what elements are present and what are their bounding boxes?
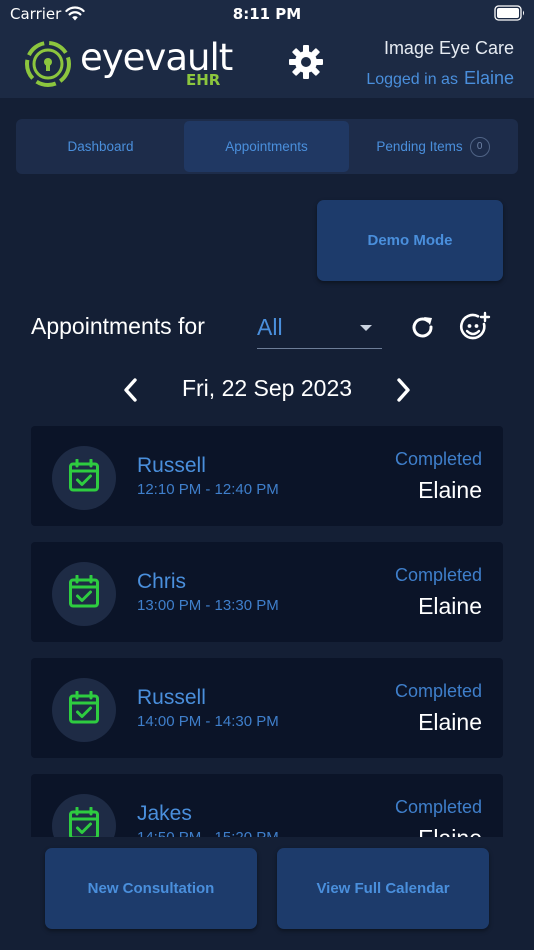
- status-badge: Completed: [394, 565, 482, 585]
- provider-name: Elaine: [418, 709, 482, 735]
- status-badge: Completed: [394, 449, 482, 469]
- brand-logo-sub: EHR: [186, 71, 221, 89]
- appointment-time: 14:00 PM - 14:30 PM: [137, 713, 279, 730]
- appointment-list[interactable]: Russell 12:10 PM - 12:40 PM Completed El…: [31, 426, 503, 837]
- tab-pending-items[interactable]: Pending Items 0: [350, 121, 516, 172]
- status-badge: Completed: [394, 797, 482, 817]
- clock-time: 8:11 PM: [232, 5, 302, 23]
- add-patient-icon[interactable]: [459, 311, 491, 347]
- caret-down-icon: [360, 325, 372, 331]
- patient-name: Russell: [137, 686, 206, 709]
- avatar: [52, 794, 116, 837]
- app-header: eyevault EHR Image Eye Care Logged in as…: [0, 28, 534, 98]
- demo-mode-button[interactable]: Demo Mode: [317, 200, 503, 281]
- login-info: Logged in as Elaine: [366, 68, 514, 89]
- appointment-time: 13:00 PM - 13:30 PM: [137, 597, 279, 614]
- provider-name: Elaine: [418, 477, 482, 503]
- calendar-check-icon: [68, 458, 100, 497]
- appointments-for-label: Appointments for: [31, 313, 205, 339]
- appointment-card[interactable]: Jakes 14:50 PM - 15:20 PM Completed Elai…: [31, 774, 503, 837]
- calendar-check-icon: [68, 574, 100, 613]
- eye-lock-icon: [22, 38, 74, 94]
- new-consultation-button[interactable]: New Consultation: [45, 848, 257, 929]
- pending-count-badge: 0: [469, 136, 490, 157]
- provider-name: Elaine: [418, 825, 482, 837]
- selected-date: Fri, 22 Sep 2023: [181, 375, 353, 401]
- calendar-check-icon: [68, 806, 100, 837]
- avatar: [52, 678, 116, 742]
- tab-label: Pending Items: [376, 139, 463, 154]
- battery-icon: [494, 5, 526, 25]
- tab-dashboard[interactable]: Dashboard: [18, 121, 183, 172]
- provider-select[interactable]: All: [257, 308, 382, 349]
- view-full-calendar-button[interactable]: View Full Calendar: [277, 848, 489, 929]
- tab-label: Dashboard: [67, 139, 134, 154]
- tab-label: Appointments: [225, 139, 308, 154]
- login-prefix: Logged in as: [366, 71, 458, 88]
- logged-in-user: Elaine: [463, 68, 514, 88]
- practice-name: Image Eye Care: [383, 38, 514, 58]
- appointment-card[interactable]: Russell 12:10 PM - 12:40 PM Completed El…: [31, 426, 503, 526]
- app-screen: Carrier 8:11 PM eyevault EHR Image Eye C…: [0, 0, 534, 950]
- appointment-card[interactable]: Chris 13:00 PM - 13:30 PM Completed Elai…: [31, 542, 503, 642]
- provider-name: Elaine: [418, 593, 482, 619]
- refresh-icon[interactable]: [409, 314, 437, 346]
- status-bar: Carrier 8:11 PM: [0, 0, 534, 28]
- appointment-time: 14:50 PM - 15:20 PM: [137, 829, 279, 837]
- gear-icon[interactable]: [288, 44, 324, 84]
- appointment-time: 12:10 PM - 12:40 PM: [137, 481, 279, 498]
- tab-appointments[interactable]: Appointments: [184, 121, 349, 172]
- avatar: [52, 446, 116, 510]
- patient-name: Chris: [137, 570, 187, 593]
- avatar: [52, 562, 116, 626]
- status-badge: Completed: [394, 681, 482, 701]
- patient-name: Russell: [137, 454, 206, 477]
- appointment-card[interactable]: Russell 14:00 PM - 14:30 PM Completed El…: [31, 658, 503, 758]
- provider-select-value: All: [257, 314, 283, 340]
- patient-name: Jakes: [137, 802, 192, 825]
- main-tabs: Dashboard Appointments Pending Items 0: [16, 119, 518, 174]
- next-day-chevron-icon[interactable]: [393, 376, 413, 408]
- calendar-check-icon: [68, 690, 100, 729]
